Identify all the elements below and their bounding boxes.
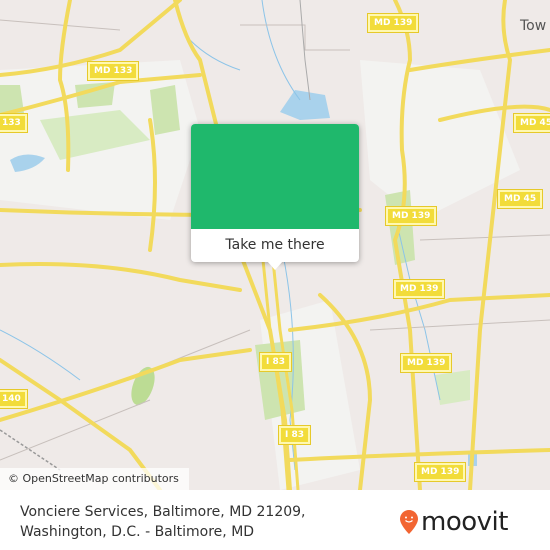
road-shield-md139: MD 139: [384, 206, 438, 226]
road-shield-md139: MD 139: [413, 462, 467, 482]
address-line-1: Vonciere Services, Baltimore, MD 21209,: [20, 504, 306, 520]
destination-popup: Take me there: [191, 124, 359, 270]
moovit-pin-icon: [400, 510, 418, 534]
road-shield-md133: MD 133: [86, 61, 140, 81]
popup-header: [191, 124, 359, 229]
moovit-logo[interactable]: moovit: [400, 506, 508, 538]
road-shield-i83: I 83: [277, 425, 312, 445]
road-shield-md140: 140: [0, 389, 28, 409]
road-shield-i83: I 83: [258, 352, 293, 372]
road-shield-md133-partial: 133: [0, 113, 28, 133]
road-shield-md45: MD 45: [496, 189, 544, 209]
map[interactable]: Tow MD 133 133 MD 139 MD 45 MD 45 MD 139…: [0, 0, 550, 490]
footer: Vonciere Services, Baltimore, MD 21209, …: [0, 490, 550, 550]
take-me-there-button[interactable]: Take me there: [191, 229, 359, 262]
road-shield-md139: MD 139: [392, 279, 446, 299]
address: Vonciere Services, Baltimore, MD 21209, …: [20, 502, 350, 542]
moovit-wordmark: moovit: [421, 507, 508, 537]
place-label-towson: Tow: [520, 18, 547, 34]
road-shield-md45: MD 45: [512, 113, 550, 133]
address-line-2: Washington, D.C. - Baltimore, MD: [20, 524, 255, 540]
road-shield-md139: MD 139: [366, 13, 420, 33]
map-attribution[interactable]: © OpenStreetMap contributors: [0, 468, 189, 490]
road-shield-md139: MD 139: [399, 353, 453, 373]
popup-pointer: [267, 261, 283, 270]
